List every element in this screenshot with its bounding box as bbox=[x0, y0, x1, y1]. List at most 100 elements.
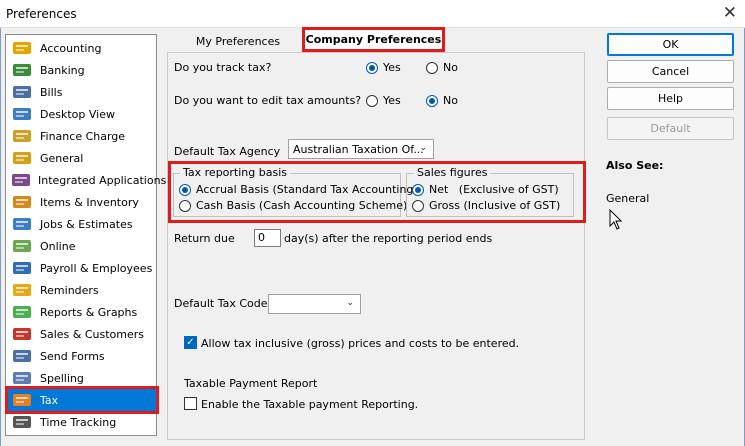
sidebar-item-label: Online bbox=[40, 239, 76, 253]
sidebar-item-tax[interactable]: Tax bbox=[5, 386, 159, 414]
edit-tax-no-label: No bbox=[443, 94, 458, 107]
bills-icon bbox=[11, 83, 33, 101]
sidebar-item-bills[interactable]: Bills bbox=[8, 81, 156, 103]
banking-icon bbox=[11, 61, 33, 79]
jobs-estimates-icon bbox=[11, 215, 33, 233]
sidebar-item-general[interactable]: General bbox=[8, 147, 156, 169]
tab-my-preferences-label: My Preferences bbox=[195, 35, 281, 48]
desktop-view-icon bbox=[11, 105, 33, 123]
radio-dot bbox=[179, 199, 191, 212]
accounting-icon bbox=[11, 39, 33, 57]
sidebar-item-label: Finance Charge bbox=[40, 129, 126, 143]
gross-radio[interactable]: Gross (Inclusive of GST) bbox=[412, 199, 560, 212]
enable-taxable-payment-checkbox[interactable] bbox=[184, 397, 197, 410]
sidebar-item-label: Time Tracking bbox=[40, 415, 117, 429]
allow-tax-inclusive-label: Allow tax inclusive (gross) prices and c… bbox=[201, 337, 520, 350]
sales-figures-title: Sales figures bbox=[414, 166, 491, 179]
sidebar-item-reminders[interactable]: Reminders bbox=[8, 279, 156, 301]
sidebar-item-online[interactable]: Online bbox=[8, 235, 156, 257]
radio-dot bbox=[366, 61, 378, 74]
tab-my-preferences[interactable]: My Preferences bbox=[184, 33, 292, 53]
close-icon[interactable]: ✕ bbox=[723, 3, 737, 23]
sidebar-item-label: Spelling bbox=[40, 371, 84, 385]
sidebar-item-label: Banking bbox=[40, 63, 85, 77]
sidebar-item-label: Tax bbox=[40, 393, 59, 407]
edit-tax-yes-label: Yes bbox=[383, 94, 401, 107]
sidebar-item-label: Payroll & Employees bbox=[40, 261, 153, 275]
default-tax-agency-value: Australian Taxation Of... bbox=[293, 142, 424, 156]
track-tax-no-label: No bbox=[443, 61, 458, 74]
radio-dot bbox=[412, 183, 424, 196]
default-tax-code-label: Default Tax Code bbox=[174, 297, 268, 310]
sidebar-item-reports-graphs[interactable]: Reports & Graphs bbox=[8, 301, 156, 323]
default-tax-code-select[interactable]: ⌄ bbox=[268, 294, 361, 314]
radio-dot bbox=[426, 94, 438, 107]
track-tax-question: Do you track tax? bbox=[174, 61, 272, 74]
sidebar-item-desktop-view[interactable]: Desktop View bbox=[8, 103, 156, 125]
reminders-icon bbox=[11, 281, 33, 299]
chevron-down-icon: ⌄ bbox=[419, 143, 427, 153]
tab-company-preferences[interactable]: Company Preferences bbox=[302, 27, 445, 52]
track-tax-yes-radio[interactable]: Yes bbox=[366, 61, 401, 74]
reports-graphs-icon bbox=[11, 303, 33, 321]
default-tax-agency-select[interactable]: Australian Taxation Of... ⌄ bbox=[288, 139, 434, 159]
edit-tax-no-radio[interactable]: No bbox=[426, 94, 458, 107]
general-icon bbox=[11, 149, 33, 167]
sidebar-item-time-tracking[interactable]: Time Tracking bbox=[8, 411, 156, 433]
help-button[interactable]: Help bbox=[607, 87, 734, 110]
taxable-payment-heading: Taxable Payment Report bbox=[184, 377, 318, 390]
cash-basis-radio[interactable]: Cash Basis (Cash Accounting Scheme) bbox=[179, 199, 407, 212]
net-radio[interactable]: Net (Exclusive of GST) bbox=[412, 183, 559, 196]
items-inventory-icon bbox=[11, 193, 33, 211]
radio-dot bbox=[179, 183, 191, 196]
sidebar-item-accounting[interactable]: Accounting bbox=[8, 37, 156, 59]
sidebar-item-label: Bills bbox=[40, 85, 63, 99]
radio-dot bbox=[412, 199, 424, 212]
return-due-suffix: day(s) after the reporting period ends bbox=[284, 232, 493, 245]
default-tax-agency-label: Default Tax Agency bbox=[174, 145, 281, 158]
allow-tax-inclusive-checkbox[interactable]: ✓ bbox=[184, 336, 197, 349]
title-bar: Preferences ✕ bbox=[0, 0, 745, 28]
return-due-days-input[interactable]: 0 bbox=[254, 229, 281, 247]
mouse-cursor-icon bbox=[609, 208, 623, 234]
also-see-general-link[interactable]: General bbox=[606, 192, 649, 205]
accrual-basis-radio[interactable]: Accrual Basis (Standard Tax Accounting) bbox=[179, 183, 418, 196]
sidebar-item-send-forms[interactable]: Send Forms bbox=[8, 345, 156, 367]
preferences-category-list[interactable]: Accounting Banking Bills Desktop View Financ… bbox=[5, 34, 166, 436]
sidebar-item-jobs-estimates[interactable]: Jobs & Estimates bbox=[8, 213, 156, 235]
sidebar-item-banking[interactable]: Banking bbox=[8, 59, 156, 81]
sidebar-item-spelling[interactable]: Spelling bbox=[8, 367, 156, 389]
sidebar-item-finance-charge[interactable]: Finance Charge bbox=[8, 125, 156, 147]
integrated-apps-icon bbox=[11, 171, 31, 189]
radio-dot bbox=[366, 94, 378, 107]
ok-button[interactable]: OK bbox=[607, 33, 734, 56]
track-tax-no-radio[interactable]: No bbox=[426, 61, 458, 74]
finance-charge-icon bbox=[11, 127, 33, 145]
sidebar-item-label: Reports & Graphs bbox=[40, 305, 138, 319]
sidebar-item-label: Sales & Customers bbox=[40, 327, 145, 341]
net-label: Net (Exclusive of GST) bbox=[429, 183, 559, 196]
default-button[interactable]: Default bbox=[607, 117, 734, 140]
sidebar-item-label: General bbox=[40, 151, 84, 165]
sidebar-item-label: Reminders bbox=[40, 283, 99, 297]
edit-tax-question: Do you want to edit tax amounts? bbox=[174, 94, 362, 107]
sidebar-item-items-inventory[interactable]: Items & Inventory bbox=[8, 191, 156, 213]
time-tracking-icon bbox=[11, 413, 33, 431]
sidebar-item-sales-customers[interactable]: Sales & Customers bbox=[8, 323, 156, 345]
tax-reporting-basis-title: Tax reporting basis bbox=[180, 166, 290, 179]
accrual-basis-label: Accrual Basis (Standard Tax Accounting) bbox=[196, 183, 418, 196]
track-tax-yes-label: Yes bbox=[383, 61, 401, 74]
edit-tax-yes-radio[interactable]: Yes bbox=[366, 94, 401, 107]
sidebar-item-integrated-applications[interactable]: Integrated Applications bbox=[8, 169, 166, 191]
radio-dot bbox=[426, 61, 438, 74]
sidebar-item-label: Desktop View bbox=[40, 107, 115, 121]
payroll-icon bbox=[11, 259, 33, 277]
enable-taxable-payment-label: Enable the Taxable payment Reporting. bbox=[201, 398, 419, 411]
cancel-button[interactable]: Cancel bbox=[607, 60, 734, 83]
sidebar-item-label: Jobs & Estimates bbox=[40, 217, 133, 231]
send-forms-icon bbox=[11, 347, 33, 365]
tax-icon bbox=[11, 391, 33, 409]
cash-basis-label: Cash Basis (Cash Accounting Scheme) bbox=[196, 199, 408, 212]
sidebar-item-payroll-employees[interactable]: Payroll & Employees bbox=[8, 257, 156, 279]
online-icon bbox=[11, 237, 33, 255]
